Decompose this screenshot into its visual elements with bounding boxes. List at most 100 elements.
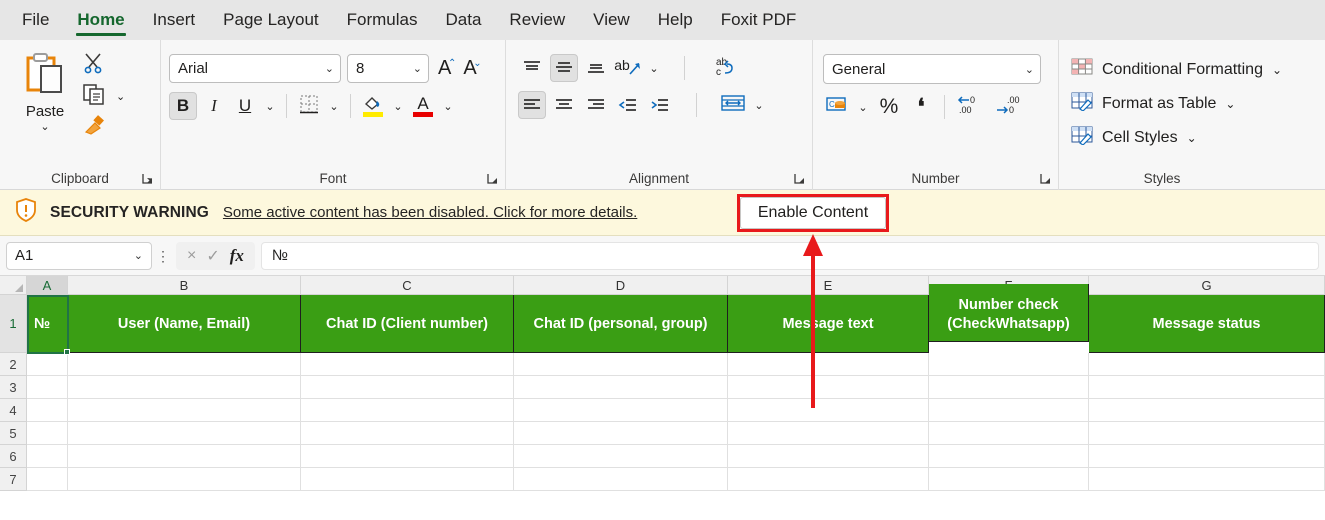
increase-font-size-button[interactable]: A⌃ [435,57,454,80]
more-options-icon[interactable]: ⋮ [152,251,174,261]
column-header-a[interactable]: A [27,276,68,295]
align-bottom-button[interactable] [582,54,610,82]
cell-a6[interactable] [27,445,68,468]
cell-d5[interactable] [514,422,728,445]
cell-d7[interactable] [514,468,728,491]
cell-f4[interactable] [929,399,1089,422]
tab-review[interactable]: Review [495,5,579,40]
format-as-table-button[interactable]: Format as Table ⌄ [1059,86,1325,120]
cell-d2[interactable] [514,353,728,376]
cell-b1[interactable]: User (Name, Email) [68,295,301,353]
decrease-indent-button[interactable] [614,91,642,119]
align-top-button[interactable] [518,54,546,82]
cell-f3[interactable] [929,376,1089,399]
cell-b2[interactable] [68,353,301,376]
alignment-dialog-launcher[interactable] [793,172,806,185]
cell-a7[interactable] [27,468,68,491]
tab-foxit-pdf[interactable]: Foxit PDF [707,5,811,40]
tab-page-layout[interactable]: Page Layout [209,5,332,40]
font-color-chevron[interactable]: ⌄ [440,92,456,120]
cell-a2[interactable] [27,353,68,376]
row-header-5[interactable]: 5 [0,422,27,445]
cell-e1[interactable]: Message text [728,295,929,353]
cell-c1[interactable]: Chat ID (Client number) [301,295,514,353]
enter-icon[interactable]: ✓ [206,246,219,266]
cell-d6[interactable] [514,445,728,468]
cell-d3[interactable] [514,376,728,399]
column-header-g[interactable]: G [1089,276,1325,295]
font-dialog-launcher[interactable] [486,172,499,185]
tab-home[interactable]: Home [63,5,138,40]
cell-e4[interactable] [728,399,929,422]
underline-button[interactable]: U [231,92,259,120]
copy-icon[interactable] [82,82,106,111]
italic-button[interactable]: I [200,92,228,120]
align-center-button[interactable] [550,91,578,119]
cell-g6[interactable] [1089,445,1325,468]
cell-e6[interactable] [728,445,929,468]
cell-d4[interactable] [514,399,728,422]
name-box[interactable]: A1 ⌄ [6,242,152,270]
cell-g1[interactable]: Message status [1089,295,1325,353]
cell-c4[interactable] [301,399,514,422]
column-header-b[interactable]: B [68,276,301,295]
security-warning-message[interactable]: Some active content has been disabled. C… [223,204,637,221]
cell-b5[interactable] [68,422,301,445]
cell-g4[interactable] [1089,399,1325,422]
number-dialog-launcher[interactable] [1039,172,1052,185]
cell-g7[interactable] [1089,468,1325,491]
column-header-d[interactable]: D [514,276,728,295]
decrease-font-size-button[interactable]: A⌄ [460,57,479,80]
number-format-combo[interactable]: General ⌄ [823,54,1041,84]
align-left-button[interactable] [518,91,546,119]
tab-help[interactable]: Help [644,5,707,40]
row-header-6[interactable]: 6 [0,445,27,468]
tab-data[interactable]: Data [432,5,496,40]
cell-a1[interactable]: № [27,295,68,353]
chevron-down-icon[interactable]: ⌄ [40,122,49,132]
cell-f5[interactable] [929,422,1089,445]
accounting-format-button[interactable]: C [823,93,851,121]
row-header-1[interactable]: 1 [0,295,27,353]
paste-button[interactable]: Paste ⌄ [10,50,80,140]
tab-formulas[interactable]: Formulas [333,5,432,40]
format-painter-icon[interactable] [82,113,106,142]
align-middle-button[interactable] [550,54,578,82]
insert-function-icon[interactable]: fx [230,246,244,266]
bold-button[interactable]: B [169,92,197,120]
cell-d1[interactable]: Chat ID (personal, group) [514,295,728,353]
cell-c2[interactable] [301,353,514,376]
cell-styles-button[interactable]: Cell Styles ⌄ [1059,120,1325,154]
formula-input[interactable]: № [261,242,1319,270]
font-color-button[interactable]: A [409,92,437,120]
cell-f7[interactable] [929,468,1089,491]
clipboard-dialog-launcher[interactable] [141,172,154,185]
align-right-button[interactable] [582,91,610,119]
font-size-combo[interactable]: 8 ⌄ [347,54,429,83]
row-header-4[interactable]: 4 [0,399,27,422]
cell-c3[interactable] [301,376,514,399]
orientation-button[interactable]: ab [614,54,642,82]
column-header-e[interactable]: E [728,276,929,295]
conditional-formatting-button[interactable]: Conditional Formatting ⌄ [1059,52,1325,86]
merge-chevron[interactable]: ⌄ [751,91,767,119]
row-header-7[interactable]: 7 [0,468,27,491]
comma-style-button[interactable]: ❛ [907,93,935,121]
cell-f6[interactable] [929,445,1089,468]
select-all-corner[interactable] [0,276,27,295]
borders-button[interactable] [295,92,323,120]
cell-f1[interactable]: Number check (CheckWhatsapp) [929,284,1089,342]
scissors-icon[interactable] [82,52,104,79]
wrap-text-button[interactable]: ab c [707,54,747,82]
cell-b6[interactable] [68,445,301,468]
cell-e5[interactable] [728,422,929,445]
cell-a3[interactable] [27,376,68,399]
fill-handle[interactable] [64,349,70,355]
tab-insert[interactable]: Insert [139,5,210,40]
cell-b3[interactable] [68,376,301,399]
cell-b7[interactable] [68,468,301,491]
borders-chevron[interactable]: ⌄ [326,92,342,120]
cell-g2[interactable] [1089,353,1325,376]
increase-indent-button[interactable] [646,91,674,119]
cell-b4[interactable] [68,399,301,422]
